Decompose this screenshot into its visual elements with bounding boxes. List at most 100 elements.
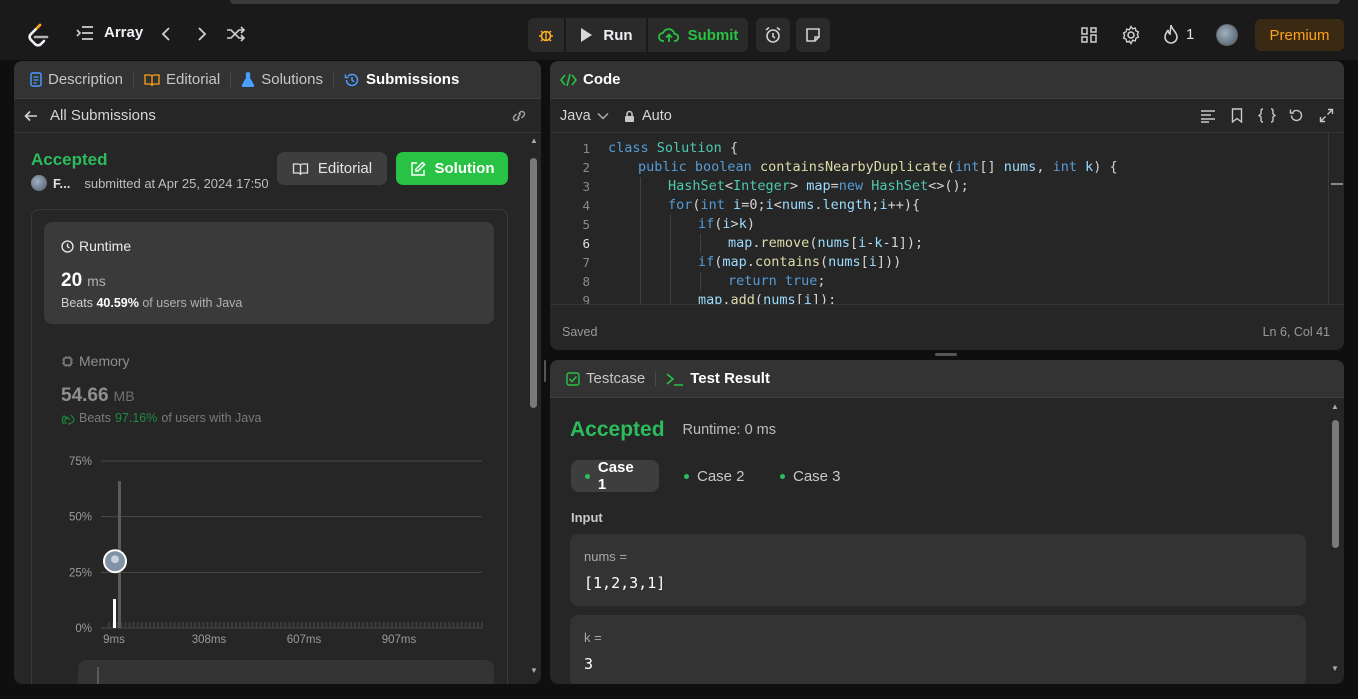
- settings-gear-icon[interactable]: [1121, 25, 1141, 45]
- editor-toolbar: Java Auto: [550, 99, 1344, 133]
- language-select[interactable]: Java: [560, 108, 609, 124]
- input-box-k[interactable]: k = 3: [570, 615, 1306, 684]
- code-line[interactable]: map.remove(nums[i-k-1]);: [728, 234, 923, 253]
- scroll-down-arrow[interactable]: ▼: [1331, 664, 1339, 673]
- lock-icon: [624, 110, 635, 123]
- notes-button[interactable]: [796, 18, 830, 52]
- runtime-beats-suffix: of users with Java: [142, 296, 243, 310]
- line-number: 8: [582, 274, 590, 289]
- vertical-resize-handle[interactable]: [544, 360, 546, 382]
- debug-button[interactable]: [528, 18, 564, 52]
- auto-mode-toggle[interactable]: Auto: [624, 108, 672, 124]
- code-editor[interactable]: 1 class Solution {2 public boolean contain…: [550, 139, 1330, 304]
- all-submissions-link[interactable]: All Submissions: [24, 107, 156, 124]
- curly-braces-icon[interactable]: [1258, 108, 1276, 123]
- tab-testcase[interactable]: Testcase: [556, 360, 655, 398]
- input-box-nums[interactable]: nums = [1,2,3,1]: [570, 534, 1306, 606]
- code-line[interactable]: if(i>k): [698, 215, 755, 234]
- scroll-up-arrow[interactable]: ▲: [530, 136, 538, 145]
- code-line[interactable]: HashSet<Integer> map=new HashSet<>();: [668, 177, 969, 196]
- distribution-bar: [370, 622, 373, 628]
- left-scrollbar[interactable]: ▲ ▼: [528, 136, 540, 684]
- window-top-edge: [230, 0, 1340, 4]
- distribution-bar: [329, 622, 332, 628]
- next-problem-icon[interactable]: [196, 26, 208, 42]
- distribution-bar: [259, 622, 262, 628]
- indent-guide: [670, 272, 671, 291]
- distribution-bar: [358, 622, 361, 628]
- case-tab-3[interactable]: Case 3: [766, 460, 855, 492]
- clock-icon: [61, 239, 74, 253]
- tab-submissions[interactable]: Submissions: [334, 61, 469, 99]
- code-line[interactable]: map.add(nums[i]);: [698, 291, 836, 304]
- memory-card[interactable]: Memory 54.66 MB Beats 97.16% of users wi…: [44, 337, 494, 433]
- y-tick-label: 75%: [69, 456, 92, 468]
- case-tab-2[interactable]: Case 2: [670, 460, 759, 492]
- tab-testcase-label: Testcase: [586, 370, 646, 387]
- indent-guide: [640, 196, 641, 215]
- timer-button[interactable]: [756, 18, 790, 52]
- case-tab-1[interactable]: Case 1: [571, 459, 659, 493]
- memory-beats-suffix: of users with Java: [161, 411, 262, 425]
- submit-button[interactable]: Submit: [648, 18, 748, 52]
- runtime-card[interactable]: Runtime 20 ms Beats 40.59% of users with…: [44, 222, 494, 324]
- x-tick-label: 607ms: [287, 634, 322, 645]
- code-line[interactable]: if(map.contains(nums[i])): [698, 253, 901, 272]
- code-line[interactable]: return true;: [728, 272, 826, 291]
- left-scrollbar-thumb[interactable]: [530, 158, 537, 408]
- runtime-distribution-chart[interactable]: 75% 50% 25% 0% 9ms 308ms 607ms 907ms: [44, 445, 494, 645]
- user-avatar[interactable]: [1216, 24, 1238, 46]
- code-line[interactable]: for(int i=0;i<nums.length;i++){: [668, 196, 920, 215]
- leetcode-logo-icon[interactable]: [26, 23, 50, 49]
- scroll-up-arrow[interactable]: ▲: [1331, 402, 1339, 411]
- expand-icon[interactable]: [1319, 108, 1334, 123]
- panel-resize-handle[interactable]: [935, 353, 957, 356]
- layout-grid-icon[interactable]: [1081, 27, 1097, 43]
- bookmark-icon[interactable]: [1231, 108, 1243, 123]
- distribution-bar: [198, 622, 201, 628]
- result-scrollbar-thumb[interactable]: [1332, 420, 1339, 548]
- tab-description[interactable]: Description: [20, 61, 133, 99]
- tab-test-result[interactable]: Test Result: [656, 360, 780, 398]
- format-code-icon[interactable]: [1200, 109, 1216, 123]
- distribution-bar: [423, 622, 426, 628]
- memory-unit: MB: [113, 388, 135, 404]
- problem-list-button[interactable]: Array: [76, 24, 143, 41]
- runtime-title-row: Runtime: [61, 238, 131, 254]
- editorial-button[interactable]: Editorial: [277, 152, 387, 185]
- distribution-bar: [477, 622, 479, 628]
- streak-counter[interactable]: 1: [1163, 24, 1194, 44]
- solution-button[interactable]: Solution: [396, 152, 508, 185]
- distribution-bar: [444, 622, 447, 628]
- result-tab-bar: Testcase Test Result: [550, 360, 1344, 398]
- code-line[interactable]: public boolean containsNearbyDuplicate(i…: [638, 158, 1118, 177]
- memory-beats-prefix: Beats: [79, 411, 111, 425]
- submitter-name[interactable]: F...: [53, 176, 70, 191]
- share-link-icon[interactable]: [510, 108, 528, 124]
- tab-editorial[interactable]: Editorial: [134, 61, 230, 99]
- cursor-position: Ln 6, Col 41: [1262, 325, 1330, 339]
- run-button[interactable]: Run: [566, 18, 646, 52]
- distribution-bar: [251, 622, 254, 628]
- distribution-bar: [399, 622, 402, 628]
- book-icon: [144, 73, 160, 87]
- premium-button[interactable]: Premium: [1255, 19, 1344, 51]
- distribution-bar: [284, 622, 287, 628]
- left-tab-bar: Description Editorial Solutions Submissi…: [14, 61, 541, 99]
- scroll-down-arrow[interactable]: ▼: [530, 666, 538, 675]
- distribution-bar: [247, 622, 250, 628]
- indent-guide: [640, 272, 641, 291]
- history-icon: [344, 72, 360, 88]
- code-line[interactable]: class Solution {: [608, 139, 738, 158]
- shuffle-icon[interactable]: [226, 26, 246, 42]
- y-tick-label: 0%: [75, 623, 92, 635]
- prev-problem-icon[interactable]: [160, 26, 172, 42]
- result-scrollbar[interactable]: ▲ ▼: [1330, 402, 1342, 680]
- submitter-avatar[interactable]: [31, 175, 47, 191]
- tab-solutions[interactable]: Solutions: [231, 61, 333, 99]
- reset-icon[interactable]: [1289, 108, 1304, 123]
- code-preview-card[interactable]: [78, 660, 494, 684]
- distribution-bar: [235, 622, 238, 628]
- x-tick-label: 9ms: [103, 634, 125, 645]
- code-scrollbar[interactable]: [1328, 133, 1343, 303]
